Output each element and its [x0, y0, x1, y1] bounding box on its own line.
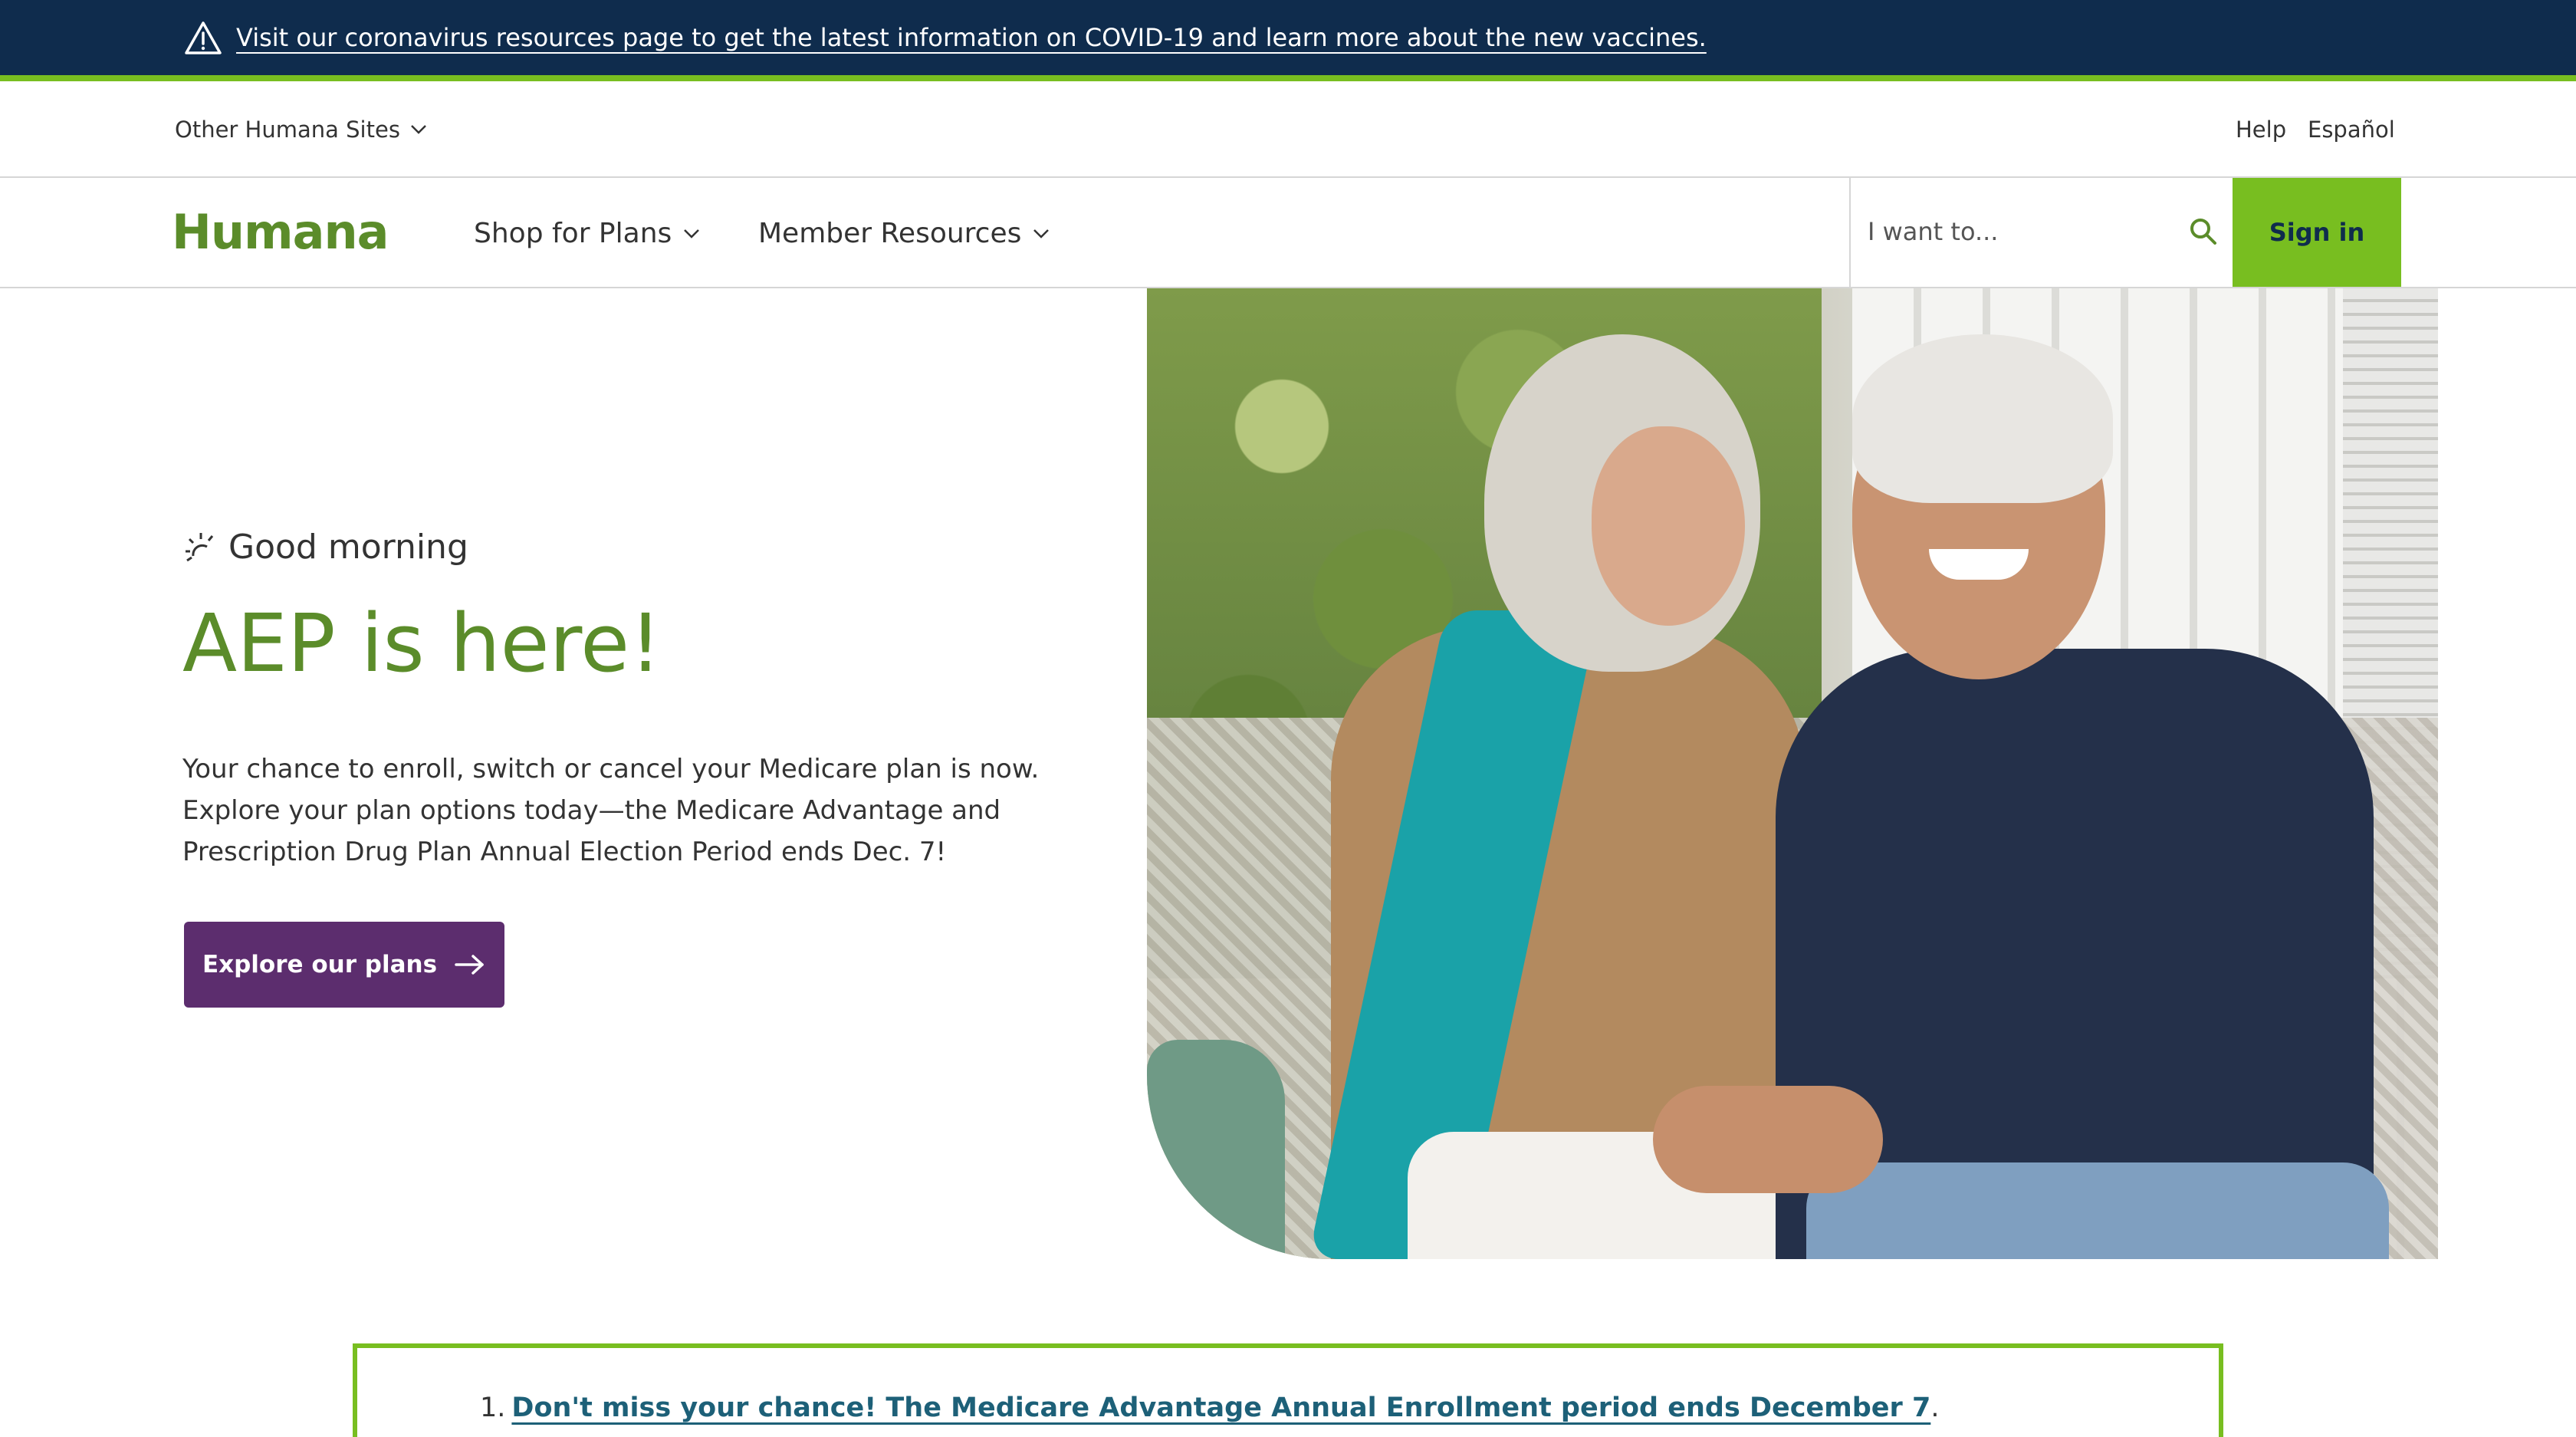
other-sites-label: Other Humana Sites [175, 117, 400, 143]
utility-bar: Other Humana Sites Help Español [0, 87, 2576, 178]
notice-suffix: . [1930, 1393, 1940, 1423]
humana-logo[interactable]: Humana [172, 204, 389, 260]
enrollment-deadline-link[interactable]: Don't miss your chance! The Medicare Adv… [511, 1393, 1930, 1423]
nav-shop-for-plans[interactable]: Shop for Plans [474, 218, 701, 249]
greeting-text: Good morning [228, 528, 468, 567]
chevron-down-icon [684, 229, 700, 238]
covid-resources-link[interactable]: Visit our coronavirus resources page to … [236, 23, 1707, 52]
photo-hands [1653, 1086, 1883, 1193]
notice-list-item: 1. Don't miss your chance! The Medicare … [480, 1393, 1939, 1423]
explore-plans-button[interactable]: Explore our plans [184, 922, 504, 1008]
hero-description: Your chance to enroll, switch or cancel … [182, 754, 1040, 867]
arrow-right-icon [455, 955, 484, 975]
sign-in-button[interactable]: Sign in [2233, 178, 2401, 287]
hero-photo-couple [1147, 288, 2438, 1259]
hero-title: AEP is here! [182, 597, 662, 690]
other-humana-sites-dropdown[interactable]: Other Humana Sites [175, 117, 428, 143]
main-nav: Humana Shop for Plans Member Resources S… [0, 178, 2576, 288]
nav-member-resources[interactable]: Member Resources [758, 218, 1050, 249]
enrollment-notice: 1. Don't miss your chance! The Medicare … [353, 1343, 2223, 1437]
warning-icon [185, 21, 222, 54]
alert-banner: Visit our coronavirus resources page to … [0, 0, 2576, 81]
explore-plans-label: Explore our plans [202, 951, 438, 978]
espanol-link[interactable]: Español [2308, 117, 2395, 143]
notice-number: 1. [480, 1393, 506, 1423]
nav-shop-label: Shop for Plans [474, 218, 672, 249]
search-icon [2190, 219, 2216, 245]
search-button[interactable] [2182, 210, 2225, 253]
sunrise-icon [186, 532, 214, 561]
nav-member-label: Member Resources [758, 218, 1022, 249]
photo-blanket [1147, 1040, 1285, 1259]
search-input[interactable] [1868, 209, 2167, 255]
greeting: Good morning [182, 528, 468, 567]
search-box [1849, 178, 2233, 287]
chevron-down-icon [1033, 229, 1050, 238]
chevron-down-icon [411, 125, 426, 134]
help-link[interactable]: Help [2236, 117, 2286, 143]
